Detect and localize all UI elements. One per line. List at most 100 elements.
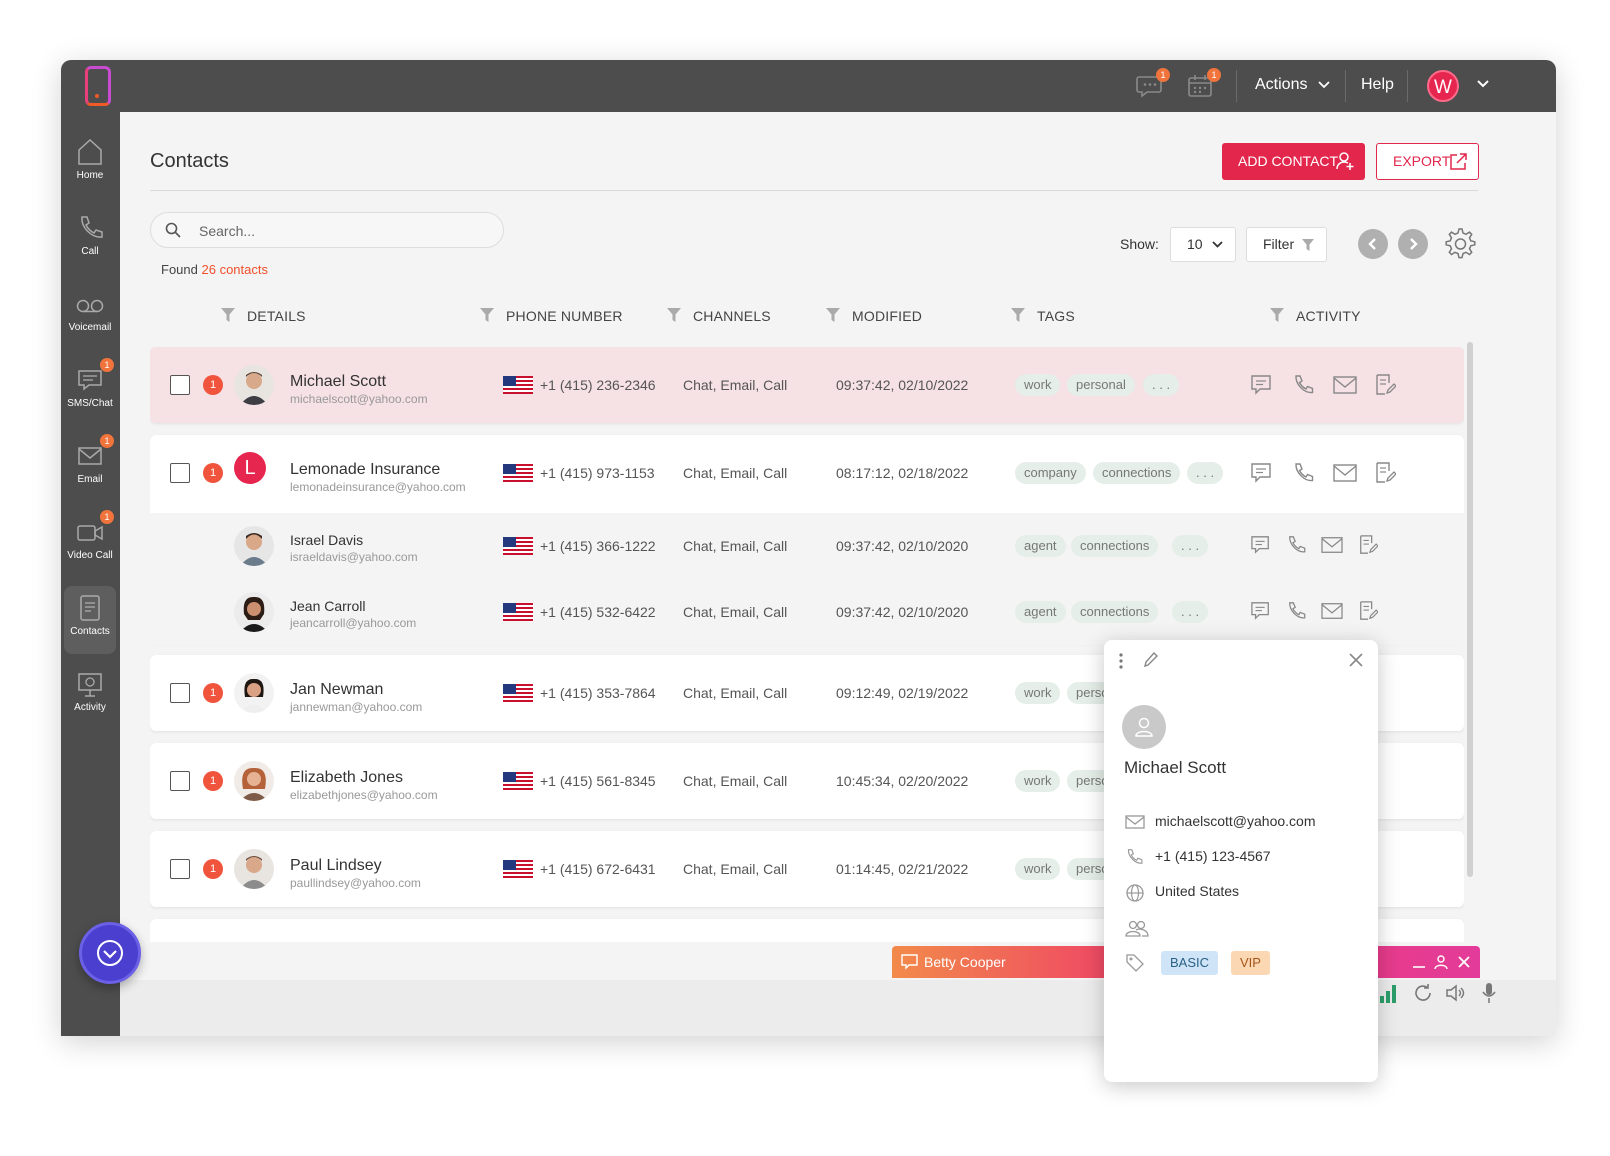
email-icon[interactable]: [1333, 374, 1357, 396]
contact-name[interactable]: Lemonade Insurance: [290, 461, 440, 479]
phone-icon[interactable]: [1293, 462, 1315, 484]
chat-notification-icon[interactable]: 1: [1136, 68, 1170, 99]
email-icon[interactable]: [1321, 535, 1343, 555]
more-vertical-icon[interactable]: [1118, 652, 1124, 670]
calendar-notification-icon[interactable]: 1: [1187, 68, 1221, 99]
more-tags-pill[interactable]: . . .: [1172, 535, 1209, 557]
sidebar-item-activity[interactable]: Activity: [64, 662, 116, 730]
quick-actions-button[interactable]: [79, 922, 141, 984]
sidebar-item-email[interactable]: Email 1: [64, 434, 116, 502]
chevron-down-icon[interactable]: [1477, 80, 1489, 88]
contact-channels: Chat, Email, Call: [683, 538, 788, 554]
row-checkbox[interactable]: [170, 683, 190, 703]
column-header-details[interactable]: DETAILS: [221, 308, 306, 324]
minimize-icon[interactable]: [1412, 956, 1426, 970]
vertical-scrollbar[interactable]: [1467, 342, 1473, 877]
avatar: [234, 761, 274, 801]
table-row[interactable]: 1 L Lemonade Insurance lemonadeinsurance…: [150, 435, 1464, 511]
email-icon[interactable]: [1333, 462, 1357, 484]
sidebar-item-sms-chat[interactable]: SMS/Chat 1: [64, 358, 116, 426]
sidebar-item-call[interactable]: Call: [64, 206, 116, 274]
note-icon[interactable]: [1374, 462, 1396, 484]
row-checkbox[interactable]: [170, 859, 190, 879]
contact-phone: +1 (415) 353-7864: [540, 685, 656, 701]
prev-page-button[interactable]: [1358, 229, 1388, 259]
more-tags-pill[interactable]: . . .: [1187, 462, 1224, 484]
phone-icon[interactable]: [1287, 535, 1307, 555]
user-icon[interactable]: [1433, 954, 1449, 970]
email-icon[interactable]: [1321, 601, 1343, 621]
note-icon[interactable]: [1374, 374, 1396, 396]
note-icon[interactable]: [1358, 601, 1378, 621]
tag-pill[interactable]: personal: [1067, 374, 1135, 396]
tag-pill[interactable]: connections: [1071, 601, 1159, 623]
table-sub-row[interactable]: Israel Davis israeldavis@yahoo.com +1 (4…: [150, 513, 1464, 579]
popup-phone[interactable]: +1 (415) 123-4567: [1155, 848, 1271, 864]
user-avatar[interactable]: W: [1427, 70, 1459, 102]
contact-name[interactable]: Israel Davis: [290, 532, 363, 548]
page-size-select[interactable]: 10: [1170, 227, 1236, 262]
column-header-phone[interactable]: PHONE NUMBER: [480, 308, 623, 324]
us-flag-icon: [503, 860, 533, 878]
table-sub-row[interactable]: Jean Carroll jeancarroll@yahoo.com +1 (4…: [150, 579, 1464, 645]
more-tags-pill[interactable]: . . .: [1172, 601, 1209, 623]
row-checkbox[interactable]: [170, 375, 190, 395]
filter-button[interactable]: Filter: [1246, 227, 1327, 262]
settings-gear-icon[interactable]: [1441, 226, 1477, 262]
row-checkbox[interactable]: [170, 463, 190, 483]
contact-name[interactable]: Michael Scott: [290, 373, 386, 391]
popup-tag-basic[interactable]: BASIC: [1161, 951, 1219, 975]
help-link[interactable]: Help: [1361, 76, 1394, 94]
more-tags-pill[interactable]: . . .: [1143, 374, 1180, 396]
chevron-right-icon: [1410, 238, 1418, 250]
contact-name[interactable]: Elizabeth Jones: [290, 769, 403, 787]
tag-pill[interactable]: connections: [1093, 462, 1181, 484]
close-icon[interactable]: [1348, 652, 1364, 668]
tag-pill[interactable]: company: [1015, 462, 1086, 484]
column-header-channels[interactable]: CHANNELS: [667, 308, 771, 324]
tag-pill[interactable]: agent: [1015, 601, 1066, 623]
contact-name[interactable]: Paul Lindsey: [290, 857, 382, 875]
chat-icon[interactable]: [1250, 535, 1272, 555]
export-button[interactable]: EXPORT: [1376, 143, 1479, 180]
phone-icon[interactable]: [1293, 374, 1315, 396]
actions-menu[interactable]: Actions: [1255, 76, 1330, 94]
tag-pill[interactable]: connections: [1071, 535, 1159, 557]
popup-email[interactable]: michaelscott@yahoo.com: [1155, 813, 1316, 829]
sidebar-item-voicemail[interactable]: Voicemail: [64, 282, 116, 350]
home-icon: [78, 138, 102, 165]
tag-pill[interactable]: agent: [1015, 535, 1066, 557]
tag-pill[interactable]: work: [1015, 858, 1061, 880]
tag-pill[interactable]: work: [1015, 682, 1061, 704]
search-input[interactable]: [199, 220, 489, 242]
search-box[interactable]: [150, 212, 504, 248]
contact-name[interactable]: Jean Carroll: [290, 598, 365, 614]
tag-pill[interactable]: work: [1015, 770, 1061, 792]
filter-icon: [826, 308, 840, 322]
phone-icon[interactable]: [1287, 601, 1307, 621]
sidebar-item-home[interactable]: Home: [64, 130, 116, 198]
sidebar-item-video-call[interactable]: Video Call 1: [64, 510, 116, 578]
table-row[interactable]: 1 Michael Scott michaelscott@yahoo.com +…: [150, 347, 1464, 423]
row-checkbox[interactable]: [170, 771, 190, 791]
volume-icon[interactable]: [1445, 982, 1467, 1004]
refresh-icon[interactable]: [1412, 982, 1434, 1004]
close-icon[interactable]: [1457, 955, 1471, 969]
tag-pill[interactable]: work: [1015, 374, 1061, 396]
add-contact-button[interactable]: ADD CONTACT: [1222, 143, 1365, 180]
sidebar-item-contacts[interactable]: Contacts: [64, 586, 116, 654]
notification-badge: 1: [203, 683, 223, 703]
chat-icon[interactable]: [1250, 601, 1272, 621]
avatar: [1122, 705, 1166, 749]
microphone-icon[interactable]: [1480, 982, 1498, 1004]
contact-name[interactable]: Jan Newman: [290, 681, 383, 699]
chat-icon[interactable]: [1250, 462, 1274, 484]
note-icon[interactable]: [1358, 535, 1378, 555]
next-page-button[interactable]: [1398, 229, 1428, 259]
column-header-modified[interactable]: MODIFIED: [826, 308, 922, 324]
chat-icon[interactable]: [1250, 374, 1274, 396]
popup-tag-vip[interactable]: VIP: [1231, 951, 1270, 975]
column-header-activity[interactable]: ACTIVITY: [1270, 308, 1361, 324]
edit-pencil-icon[interactable]: [1142, 651, 1158, 669]
column-header-tags[interactable]: TAGS: [1011, 308, 1075, 324]
